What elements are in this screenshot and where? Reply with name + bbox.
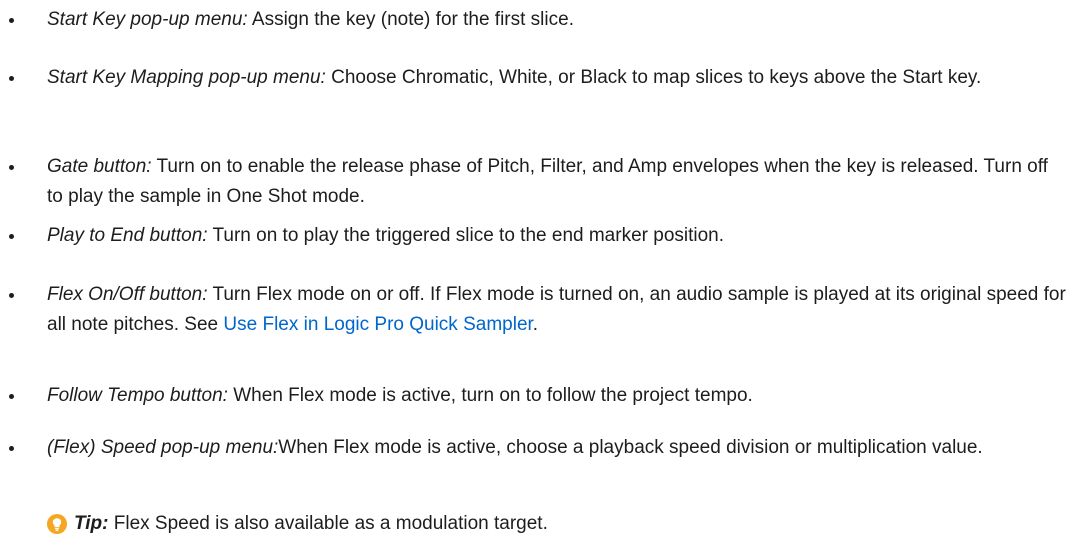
list-item: Follow Tempo button: When Flex mode is a…	[0, 381, 1067, 411]
item-term: Follow Tempo button:	[47, 385, 228, 406]
flex-link[interactable]: Use Flex in Logic Pro Quick Sampler	[223, 314, 532, 335]
bullet-dot	[9, 394, 14, 399]
tip-text: Flex Speed is also available as a modula…	[108, 513, 548, 534]
item-term: Gate button:	[47, 156, 152, 177]
item-term: Start Key pop-up menu:	[47, 9, 248, 30]
tip-label: Tip:	[74, 513, 109, 534]
list-item: Play to End button: Turn on to play the …	[0, 221, 1067, 251]
bullet-dot	[9, 18, 14, 23]
list-item: (Flex) Speed pop-up menu:When Flex mode …	[0, 433, 1067, 463]
list-item: Start Key pop-up menu: Assign the key (n…	[0, 5, 1067, 35]
tip-note: Tip: Flex Speed is also available as a m…	[47, 509, 548, 539]
item-text: Choose Chromatic, White, or Black to map…	[325, 67, 982, 88]
list-item: Start Key Mapping pop-up menu: Choose Ch…	[0, 63, 1067, 93]
item-term: Start Key Mapping pop-up menu:	[47, 67, 326, 88]
bullet-dot	[9, 446, 14, 451]
item-text: When Flex mode is active, turn on to fol…	[227, 385, 753, 406]
bullet-dot	[9, 165, 14, 170]
bullet-dot	[9, 76, 14, 81]
item-term: Play to End button:	[47, 225, 208, 246]
item-term: (Flex) Speed pop-up menu:	[47, 437, 279, 458]
list-item: Gate button: Turn on to enable the relea…	[0, 152, 1067, 212]
item-term: Flex On/Off button:	[47, 284, 208, 305]
item-text: When Flex mode is active, choose a playb…	[278, 437, 983, 458]
item-text: Assign the key (note) for the first slic…	[247, 9, 574, 30]
item-text: Turn on to play the triggered slice to t…	[207, 225, 725, 246]
list-item: Flex On/Off button: Turn Flex mode on or…	[0, 280, 1067, 340]
bullet-dot	[9, 293, 14, 298]
item-text: Turn on to enable the release phase of P…	[47, 156, 1048, 207]
lightbulb-icon	[47, 514, 67, 534]
bullet-dot	[9, 234, 14, 239]
item-text-after: .	[532, 314, 539, 335]
